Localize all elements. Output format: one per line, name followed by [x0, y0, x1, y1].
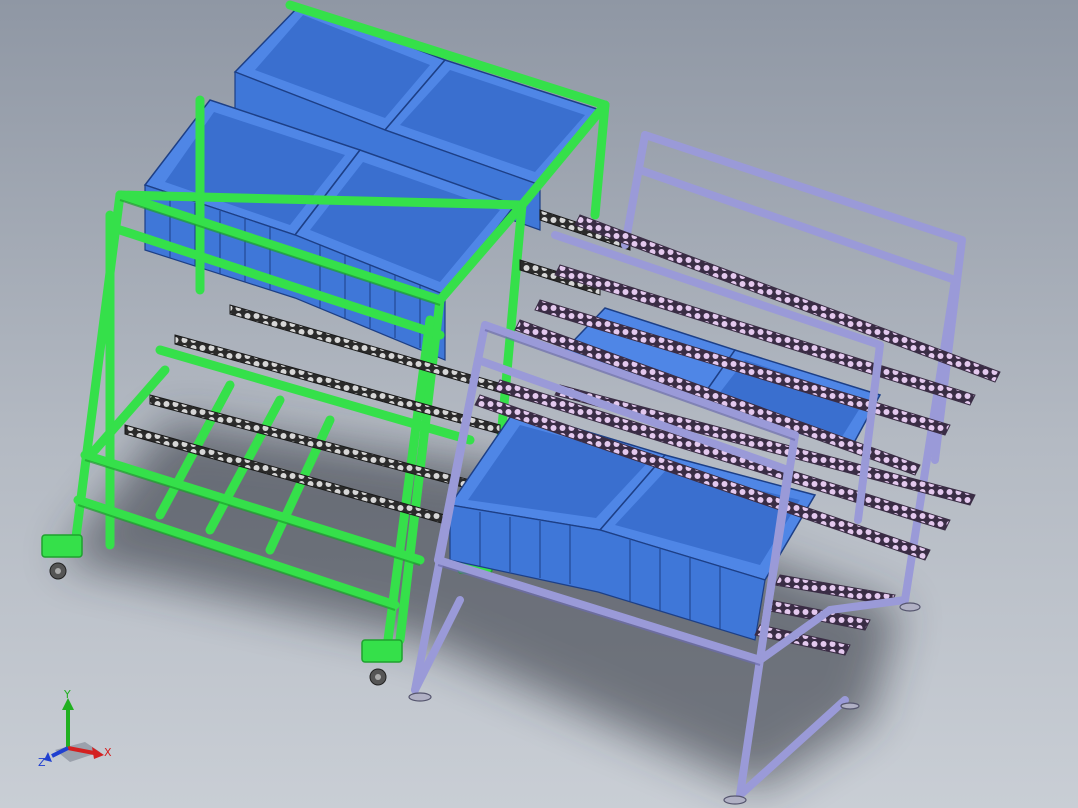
green-rack-upper-bins[interactable]	[143, 4, 602, 361]
x-axis-label: X	[104, 746, 112, 759]
z-axis-label: Z	[38, 756, 46, 769]
coordinate-triad: Y X Z	[38, 690, 112, 769]
y-axis-arrow-icon	[62, 698, 74, 748]
cad-model-scene[interactable]	[0, 0, 1078, 808]
y-axis-label: Y	[63, 690, 71, 701]
graphics-viewport[interactable]: Y X Z	[0, 0, 1078, 808]
